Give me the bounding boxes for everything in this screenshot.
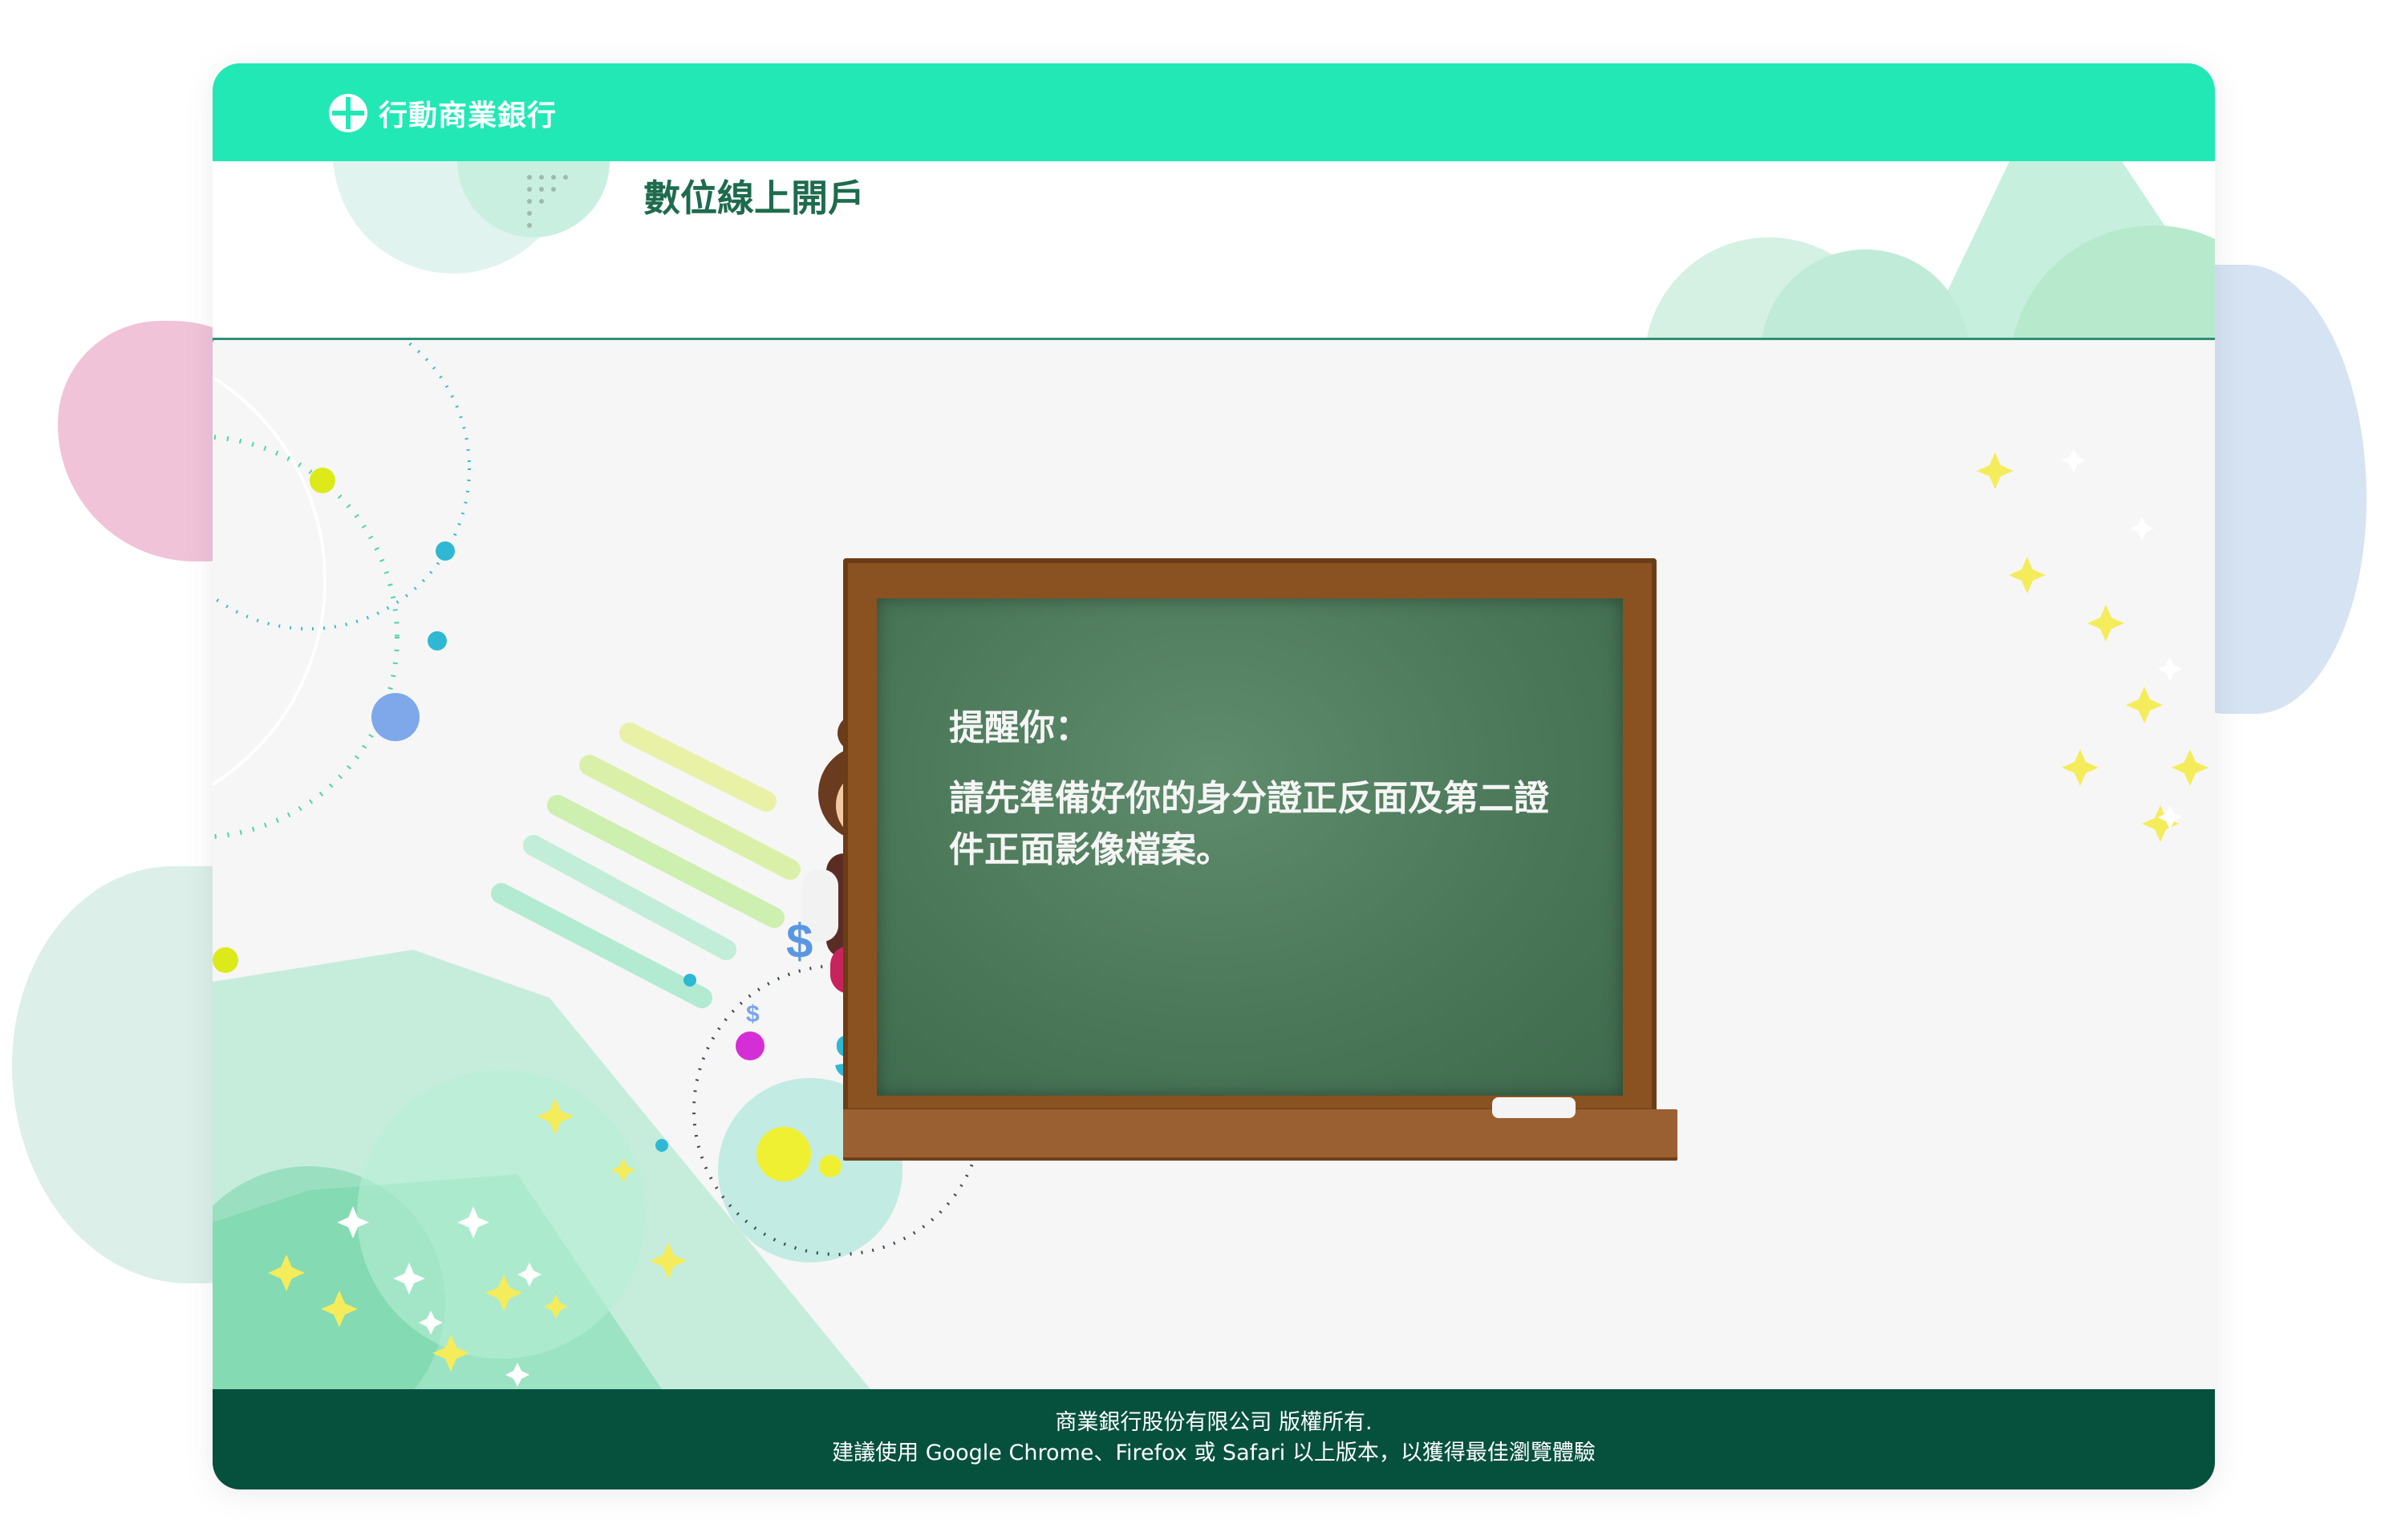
page-title: 數位線上開戶 (643, 176, 865, 220)
notice-body: 請先準備好你的身分證正反面及第二證件正面影像檔案。 (949, 778, 1549, 870)
svg-text:$: $ (786, 914, 813, 968)
svg-text:$: $ (746, 1001, 760, 1027)
footer-browser-note: 建議使用 Google Chrome、Firefox 或 Safari 以上版本… (832, 1441, 1596, 1465)
top-bar: 行動商業銀行 (213, 63, 2215, 161)
header-decoration (333, 161, 2215, 338)
bank-cross-logo-icon (329, 94, 367, 132)
notice-text: 提醒你： 請先準備好你的身分證正反面及第二證件正面影像檔案。 (949, 703, 1575, 876)
main-content: $ $ $ 提醒你： 請先準備好你的身分證正反面及第二證件正面影像檔案。 (213, 340, 2215, 1389)
logo-text: 行動商業銀行 (379, 99, 558, 132)
footer-copyright: 商業銀行股份有限公司 版權所有. (1055, 1410, 1373, 1435)
chalkboard: 提醒你： 請先準備好你的身分證正反面及第二證件正面影像檔案。 (843, 558, 1657, 1113)
page-footer: 商業銀行股份有限公司 版權所有. 建議使用 Google Chrome、Fire… (213, 1389, 2215, 1489)
chalkboard-surface: 提醒你： 請先準備好你的身分證正反面及第二證件正面影像檔案。 (877, 598, 1623, 1096)
chalk-icon (1492, 1097, 1576, 1118)
bank-logo[interactable]: 行動商業銀行 (329, 92, 557, 134)
notice-heading: 提醒你： (949, 707, 1090, 748)
app-window: 行動商業銀行 數位線上開戶 $ $ 提醒你： 請先準備好你的身分證正反面及第二證… (213, 63, 2215, 1489)
page-header (213, 161, 2215, 340)
